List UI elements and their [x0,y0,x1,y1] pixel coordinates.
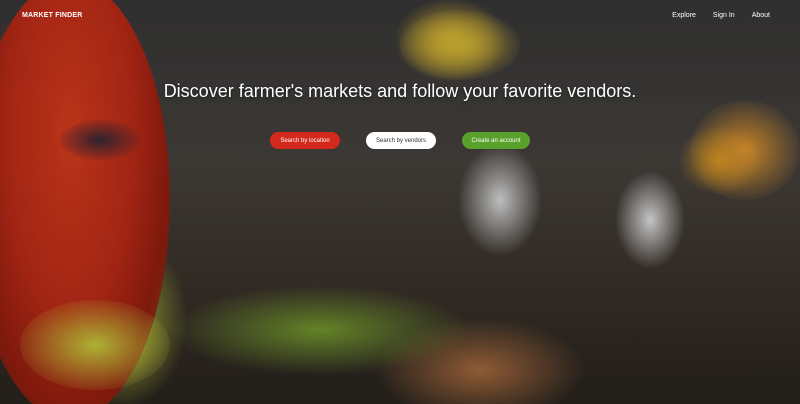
nav-link-sign-in[interactable]: Sign In [713,12,735,19]
nav-links: Explore Sign In About [672,12,770,19]
search-by-location-button[interactable]: Search by location [270,132,340,149]
top-navbar: MARKET FINDER Explore Sign In About [0,0,800,34]
hero-background: MARKET FINDER Explore Sign In About Disc… [0,0,800,404]
nav-link-about[interactable]: About [752,12,770,19]
create-account-button[interactable]: Create an account [462,132,530,149]
hero-headline: Discover farmer's markets and follow you… [163,81,637,102]
nav-link-explore[interactable]: Explore [672,12,696,19]
brand-logo[interactable]: MARKET FINDER [22,12,83,19]
search-by-vendors-button[interactable]: Search by vendors [366,132,436,149]
cta-button-group: Search by location Search by vendors Cre… [0,132,800,149]
hero-overlay [0,0,800,404]
